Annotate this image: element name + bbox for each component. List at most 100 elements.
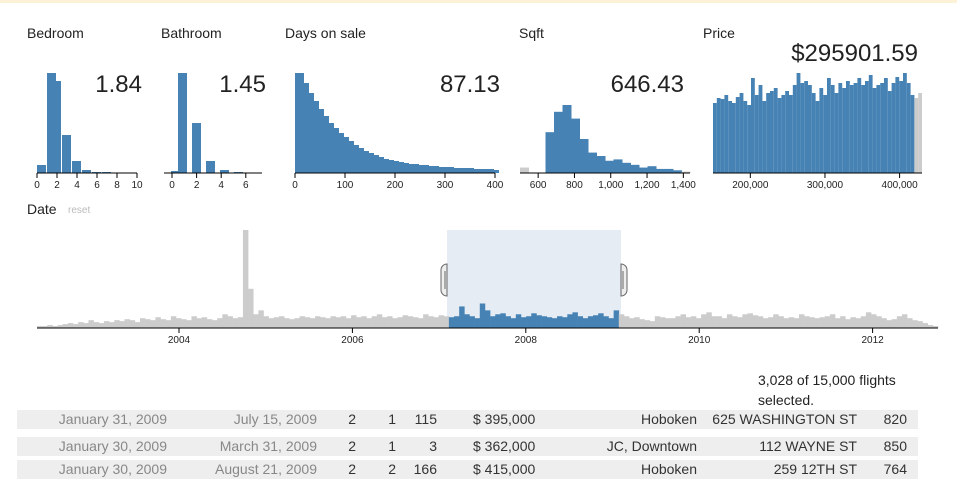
cell-address: 112 WAYNE ST — [759, 438, 857, 454]
days-tick-label: 400 — [487, 180, 504, 191]
price-bar — [918, 93, 922, 173]
date-bar — [541, 316, 548, 328]
date-bar — [783, 318, 789, 328]
date-bar — [186, 320, 192, 328]
sqft-bar — [579, 139, 589, 173]
price-bar — [720, 99, 725, 173]
date-bar — [603, 316, 609, 328]
cell-bed: 2 — [348, 438, 356, 454]
price-bar — [849, 85, 854, 173]
date-bar — [176, 318, 182, 328]
date-bar — [134, 322, 141, 328]
sqft-tick-label: 1,200 — [635, 180, 660, 191]
bedroom-tick-label: 6 — [94, 180, 100, 191]
price-bar — [796, 73, 801, 173]
selected-count: 3,028 — [758, 372, 794, 388]
cell-bath: 1 — [388, 411, 396, 427]
date-tick-label: 2012 — [861, 335, 884, 346]
date-bar — [448, 317, 455, 328]
cell-address: 259 12TH ST — [773, 461, 857, 477]
date-bar — [196, 318, 203, 328]
price-bar — [758, 85, 763, 173]
price-bar — [732, 103, 736, 173]
date-bar — [901, 314, 908, 328]
sqft-bar — [647, 166, 657, 173]
date-bar — [824, 316, 831, 328]
days-tick-label: 300 — [437, 180, 454, 191]
price-bar — [739, 93, 744, 173]
date-bar — [881, 318, 887, 328]
date-bar — [217, 318, 223, 328]
date-bar — [150, 320, 156, 328]
date-bar — [93, 322, 100, 328]
price-bar — [808, 85, 812, 173]
date-bar — [546, 317, 553, 328]
date-bar — [304, 317, 311, 328]
date-bar — [860, 316, 867, 328]
bathroom-tick-label: 6 — [243, 180, 249, 191]
date-bar — [376, 314, 383, 328]
date-bar — [114, 320, 120, 328]
date-bar — [278, 316, 285, 328]
date-bar — [922, 323, 929, 328]
date-tick-label: 2010 — [688, 335, 711, 346]
date-bar — [572, 312, 578, 328]
date-bar — [402, 315, 408, 328]
cell-price: $ 395,000 — [473, 411, 536, 427]
price-bar — [792, 85, 797, 173]
price-bar — [899, 81, 903, 173]
date-bar — [598, 313, 604, 328]
date-bar — [608, 318, 614, 328]
date-bar — [670, 318, 676, 328]
days-tick-label: 100 — [337, 180, 354, 191]
date-bar — [325, 318, 331, 328]
date-bar — [577, 316, 584, 328]
table-row[interactable]: January 31, 2009 July 15, 2009 2 1 115 $ 395,… — [17, 410, 918, 429]
date-bar — [520, 317, 527, 328]
date-bar — [659, 317, 666, 328]
price-bar — [823, 95, 827, 173]
date-bar — [690, 316, 697, 328]
cell-listed: August 21, 2009 — [215, 461, 317, 477]
table-row[interactable]: January 30, 2009 August 21, 2009 2 2 166 $ 41… — [17, 460, 918, 479]
sqft-tick-label: 800 — [566, 180, 583, 191]
sqft-bar — [562, 105, 572, 173]
sqft-bar — [545, 132, 555, 173]
date-bar — [680, 314, 687, 328]
date-bar — [737, 317, 743, 328]
price-bar — [895, 77, 900, 173]
date-bar — [464, 314, 470, 328]
bathroom-tick-label: 0 — [169, 180, 175, 191]
date-bar — [886, 320, 892, 328]
date-bar — [829, 314, 836, 328]
date-bar — [634, 317, 640, 328]
date-bar — [356, 317, 362, 328]
date-bar — [366, 318, 372, 328]
date-bar — [320, 317, 326, 328]
date-bar — [701, 314, 707, 328]
date-bar — [248, 288, 254, 328]
cell-days: 115 — [414, 411, 437, 427]
date-bar — [268, 318, 275, 328]
price-bar — [789, 95, 793, 173]
sqft-bar — [630, 164, 640, 173]
date-bar — [629, 318, 635, 328]
date-bar — [191, 316, 197, 328]
sqft-bar — [639, 167, 648, 173]
date-bar — [294, 318, 300, 328]
price-bar — [728, 101, 732, 173]
cell-days: 3 — [429, 438, 437, 454]
cell-sqft: 850 — [883, 438, 907, 454]
bathroom-bar — [178, 73, 187, 173]
bathroom-tick-label: 4 — [218, 180, 224, 191]
cell-bed: 2 — [348, 461, 356, 477]
date-bar — [613, 310, 620, 328]
price-bar — [827, 78, 831, 173]
sqft-bar — [622, 162, 631, 173]
price-bar — [716, 98, 721, 173]
date-bar — [675, 316, 681, 328]
cell-date: January 30, 2009 — [58, 461, 167, 477]
date-bar — [773, 314, 779, 328]
date-bar — [340, 316, 347, 328]
table-row[interactable]: January 30, 2009 March 31, 2009 2 1 3 $ 362,0… — [17, 437, 918, 456]
